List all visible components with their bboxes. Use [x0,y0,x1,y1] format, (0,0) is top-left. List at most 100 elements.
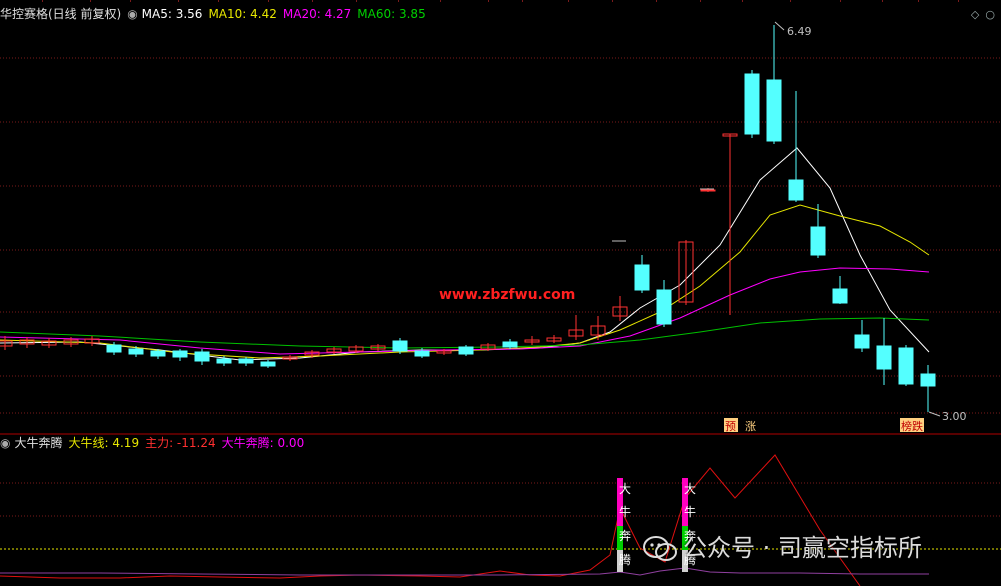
high-price-label: 6.49 [787,25,812,38]
bull-line [0,567,929,576]
stock-title[interactable]: 华控赛格(日线 前复权) [0,7,121,21]
grid [0,57,1001,550]
candle [194,349,210,365]
candlesticks[interactable] [0,25,936,412]
indicator-line1: 大牛线: 4.19 [68,436,140,450]
ma20-label: MA20: 4.27 [282,7,352,21]
circle-settings-icon[interactable]: ○ [985,8,995,21]
candle-body [898,347,914,385]
candle [898,345,914,386]
signal-char: 牛 [619,504,631,519]
candle-body [260,361,276,367]
wechat-watermark: 公众号 · 司赢空指标所 [643,528,922,563]
axis-tick [568,0,569,2]
axis-tick [612,0,613,2]
chart-canvas: 6.49 3.00 www.zbzfwu.com 预 涨 榜跌 大牛奔腾大牛奔腾 [0,21,1001,586]
collapse-icon[interactable]: ◉ [0,436,10,450]
axis-tick [882,0,883,2]
ma10-label: MA10: 4.42 [208,7,277,21]
indicator-lines [0,454,929,586]
axis-tick [958,0,959,2]
signal-char: 腾 [619,552,631,567]
ma20-line [0,267,930,355]
signal-char: 牛 [684,504,696,519]
candle-body [502,341,518,348]
diamond-icon[interactable]: ◇ [971,8,979,21]
candle [238,357,254,366]
candle-body [238,358,254,364]
candle [810,204,826,258]
candle [150,349,166,359]
candle [502,339,518,349]
indicator-header: ◉ 大牛奔腾 大牛线: 4.19 主力: -11.24 大牛奔腾: 0.00 [0,436,310,450]
low-marker: 3.00 [928,410,967,423]
axis-tick [398,0,399,2]
top-right-icons: ◇ ○ [965,8,995,21]
circle-icon[interactable]: ◉ [127,7,137,21]
tag-zhang: 涨 [745,420,756,433]
wechat-icon [643,536,677,561]
axis-tick [218,0,219,2]
candle [546,335,562,343]
candle [788,91,804,202]
tag-yu: 预 [725,420,736,433]
candle [832,276,848,304]
candle [876,318,892,385]
axis-tick [742,0,743,2]
candle [458,345,474,356]
candle-body [392,340,408,352]
candle-body [128,348,144,355]
candle-body [634,264,650,291]
axis-tick [440,0,441,2]
candle-body [876,345,892,370]
candle [612,296,628,321]
axis-tick [178,0,179,2]
watermark-text: 公众号 · 司赢空指标所 [683,534,922,562]
candle-body [0,340,13,347]
candle [41,338,57,348]
top-axis-strip [0,0,1001,4]
candle-body [832,288,848,304]
indicator-name[interactable]: 大牛奔腾 [14,436,62,450]
axis-tick [356,0,357,2]
tag-bangdie: 榜跌 [901,419,923,433]
candle-body [194,351,210,362]
ma60-line [0,317,930,349]
candle [766,25,782,144]
candle-body [414,350,430,357]
indicator-line3: 大牛奔腾: 0.00 [221,436,305,450]
price-header: 华控赛格(日线 前复权) ◉ MA5: 3.56 MA10: 4.42 MA20: 4.… [0,7,432,21]
axis-tick [700,0,701,2]
axis-tick [790,0,791,2]
indicator-line2: 主力: -11.24 [145,436,216,450]
candle [84,336,100,346]
axis-tick [130,0,131,2]
price-tags: 预 涨 榜跌 [724,418,924,433]
candle-body [458,346,474,355]
candle-body [920,373,936,387]
candle [634,255,650,293]
candle [524,336,540,345]
candle-body [700,189,716,192]
axis-tick [918,0,919,2]
axis-tick [488,0,489,2]
ma60-label: MA60: 3.85 [357,7,426,21]
candle [260,360,276,368]
signal-char: 奔 [619,529,631,543]
candle-body [788,179,804,201]
candle-body [766,79,782,142]
axis-tick [840,0,841,2]
axis-tick [268,0,269,2]
high-marker: 6.49 [774,21,812,38]
low-price-label: 3.00 [942,410,967,423]
candle [656,280,672,327]
ma10-line [0,204,930,359]
candle [854,320,870,352]
url-watermark: www.zbzfwu.com [439,287,575,303]
axis-tick [312,0,313,2]
candle [920,365,936,412]
candle [590,316,606,340]
ma5-label: MA5: 3.56 [141,7,203,21]
candle-body [106,344,122,353]
candle [744,70,760,138]
